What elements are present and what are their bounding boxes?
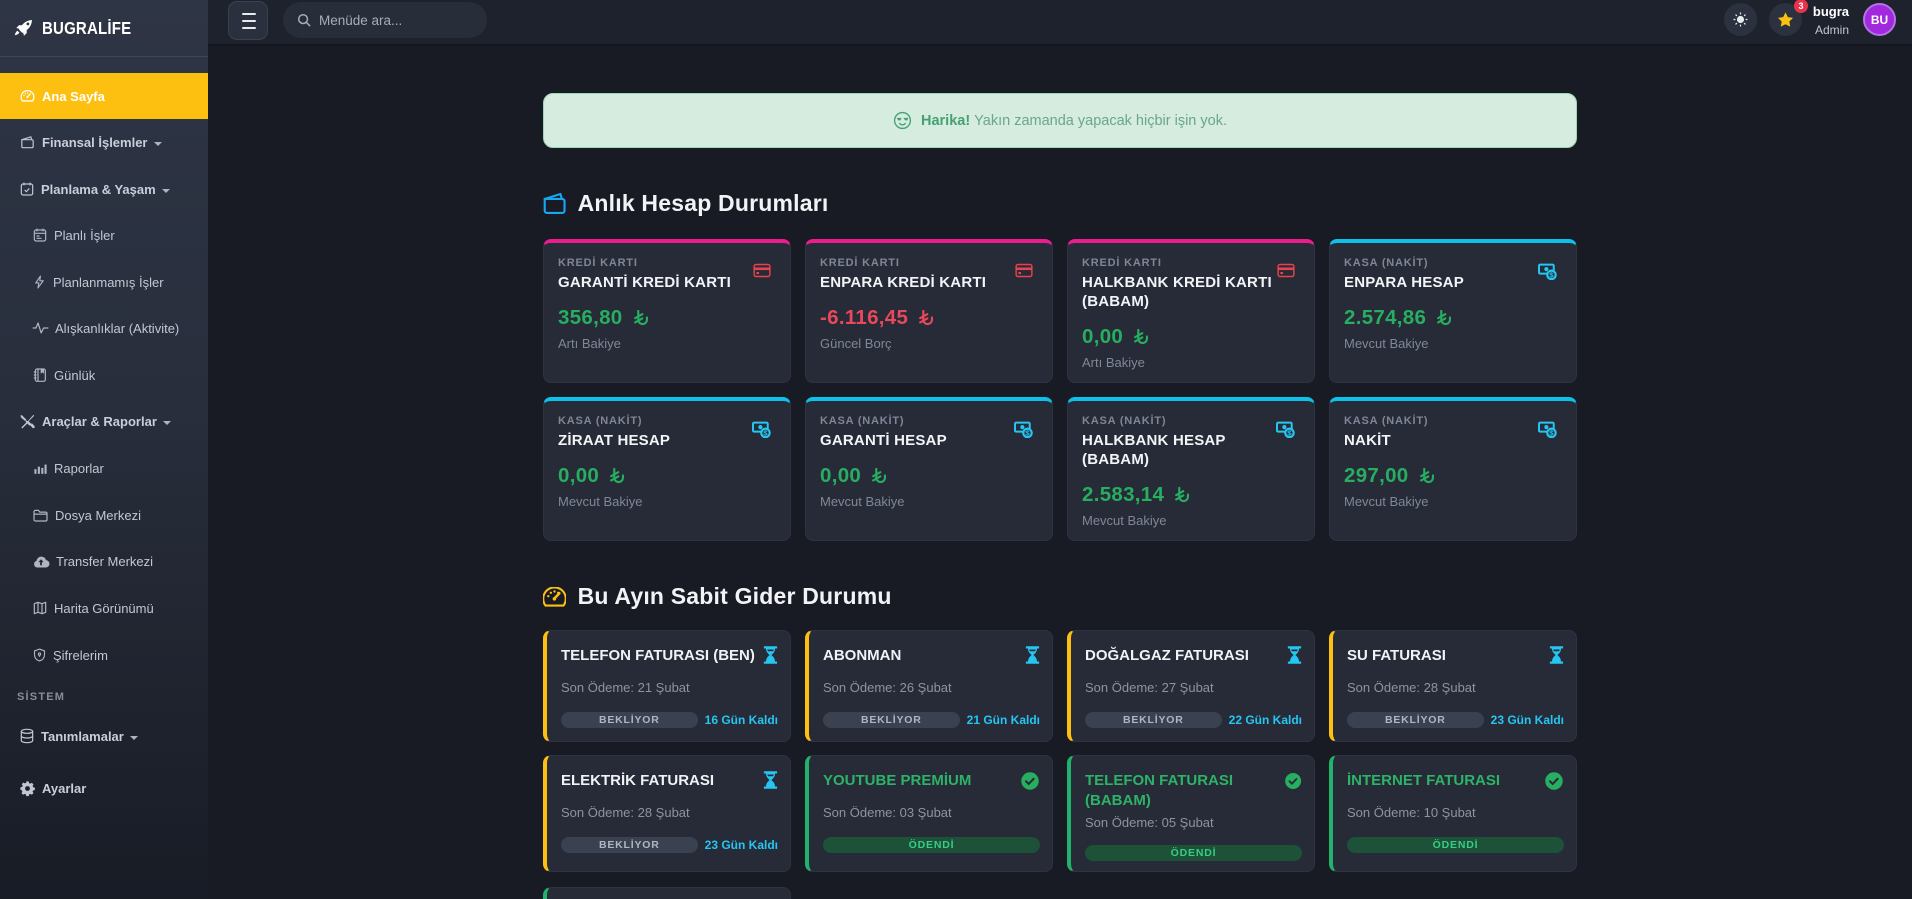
svg-text:$: $ <box>1549 271 1554 280</box>
svg-text:$: $ <box>763 429 768 438</box>
svg-text:$: $ <box>1549 429 1554 438</box>
svg-text:$: $ <box>1025 429 1030 438</box>
svg-text:$: $ <box>1287 429 1292 438</box>
